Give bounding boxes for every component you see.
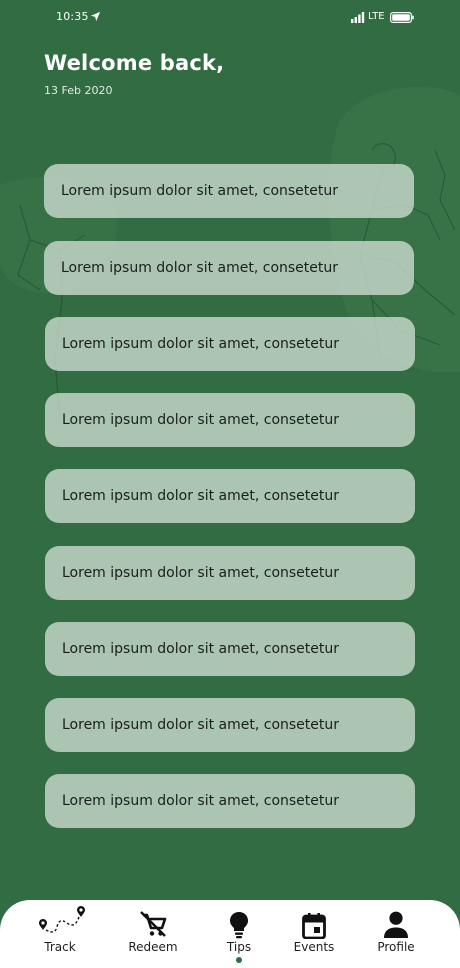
tip-card-text: Lorem ipsum dolor sit amet, consetetur (61, 183, 339, 199)
tip-card[interactable]: Lorem ipsum dolor sit amet, consetetur (45, 469, 415, 523)
page-title: Welcome back, (44, 51, 225, 75)
tip-card[interactable]: Lorem ipsum dolor sit amet, consetetur (45, 774, 415, 828)
nav-label: Profile (377, 940, 415, 954)
current-date: 13 Feb 2020 (44, 84, 113, 97)
tip-card-text: Lorem ipsum dolor sit amet, consetetur (62, 641, 340, 657)
tip-card[interactable]: Lorem ipsum dolor sit amet, consetetur (44, 241, 414, 295)
lightbulb-icon (230, 912, 248, 939)
status-time: 10:35 (56, 10, 89, 23)
nav-item-redeem[interactable]: Redeem (118, 900, 188, 968)
battery-icon (390, 12, 414, 23)
tip-card[interactable]: Lorem ipsum dolor sit amet, consetetur (45, 393, 415, 447)
route-icon (39, 906, 85, 933)
location-arrow-icon (90, 11, 101, 22)
bottom-nav: Track Redeem Tips Events Profile (0, 900, 460, 968)
tip-card-text: Lorem ipsum dolor sit amet, consetetur (61, 260, 339, 276)
tips-screen: 10:35 LTE Welcome back, 13 Feb 2020 Lore… (0, 0, 460, 968)
tip-card[interactable]: Lorem ipsum dolor sit amet, consetetur (45, 622, 415, 676)
tip-card[interactable]: Lorem ipsum dolor sit amet, consetetur (45, 317, 415, 371)
nav-label: Events (293, 940, 335, 954)
active-indicator (236, 957, 242, 963)
tip-card[interactable]: Lorem ipsum dolor sit amet, consetetur (45, 698, 415, 752)
tip-card-text: Lorem ipsum dolor sit amet, consetetur (62, 412, 340, 428)
nav-label: Redeem (128, 940, 178, 954)
nav-item-tips[interactable]: Tips (204, 900, 274, 968)
nav-label: Track (44, 940, 76, 954)
tip-card-text: Lorem ipsum dolor sit amet, consetetur (62, 336, 340, 352)
calendar-icon (302, 913, 326, 939)
tip-card-text: Lorem ipsum dolor sit amet, consetetur (62, 565, 340, 581)
nav-item-events[interactable]: Events (279, 900, 349, 968)
tip-card-text: Lorem ipsum dolor sit amet, consetetur (62, 793, 340, 809)
tip-card[interactable]: Lorem ipsum dolor sit amet, consetetur (45, 546, 415, 600)
person-icon (384, 911, 408, 938)
nav-item-profile[interactable]: Profile (361, 900, 431, 968)
network-type: LTE (368, 11, 385, 22)
tip-card-text: Lorem ipsum dolor sit amet, consetetur (62, 717, 340, 733)
nav-item-track[interactable]: Track (25, 900, 95, 968)
no-shopping-cart-icon (140, 911, 167, 937)
status-bar: 10:35 LTE (0, 0, 460, 36)
nav-label: Tips (226, 940, 252, 954)
tip-card-text: Lorem ipsum dolor sit amet, consetetur (62, 488, 340, 504)
tip-card[interactable]: Lorem ipsum dolor sit amet, consetetur (44, 164, 414, 218)
cellular-signal-icon (351, 12, 365, 23)
